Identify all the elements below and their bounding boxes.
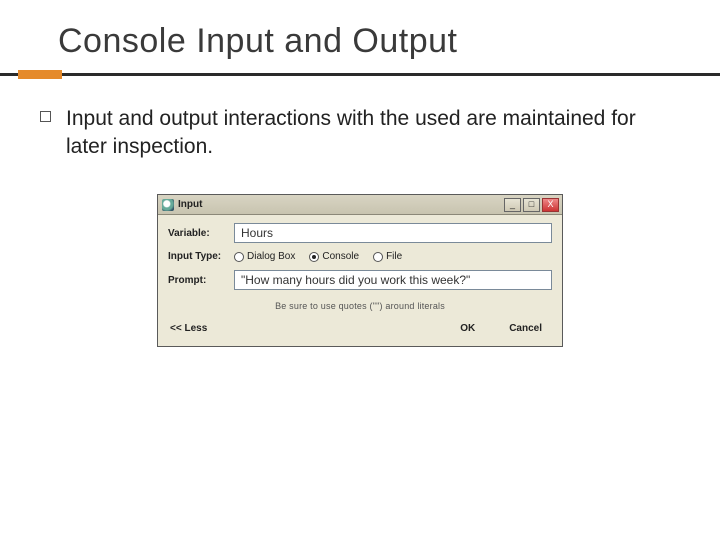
dialog-title: Input: [178, 199, 504, 210]
variable-row: Variable:: [168, 223, 552, 243]
dialog-body: Variable: Input Type: Dialog Box Console…: [158, 215, 562, 346]
window-controls: _ □ X: [504, 198, 559, 212]
prompt-label: Prompt:: [168, 275, 234, 286]
close-button[interactable]: X: [542, 198, 559, 212]
less-button[interactable]: << Less: [170, 323, 207, 334]
radio-file[interactable]: File: [373, 251, 402, 262]
app-icon: [162, 199, 174, 211]
titlebar: Input _ □ X: [158, 195, 562, 215]
title-rule: [0, 73, 720, 83]
prompt-input[interactable]: [234, 270, 552, 290]
radio-label: Dialog Box: [247, 251, 295, 262]
input-type-radios: Dialog Box Console File: [234, 251, 402, 262]
radio-label: File: [386, 251, 402, 262]
button-row: << Less OK Cancel: [168, 317, 552, 338]
radio-icon: [373, 252, 383, 262]
radio-icon: [309, 252, 319, 262]
variable-input[interactable]: [234, 223, 552, 243]
prompt-row: Prompt:: [168, 270, 552, 290]
cancel-button[interactable]: Cancel: [501, 321, 550, 336]
maximize-button[interactable]: □: [523, 198, 540, 212]
hint-text: Be sure to use quotes ("") around litera…: [168, 298, 552, 317]
radio-dialog-box[interactable]: Dialog Box: [234, 251, 295, 262]
bullet-marker-icon: [40, 111, 51, 122]
bullet-item: Input and output interactions with the u…: [0, 105, 720, 160]
variable-label: Variable:: [168, 228, 234, 239]
input-dialog: Input _ □ X Variable: Input Type: Dialog…: [157, 194, 563, 347]
input-type-label: Input Type:: [168, 251, 234, 262]
bullet-text: Input and output interactions with the u…: [66, 107, 636, 158]
radio-label: Console: [322, 251, 359, 262]
input-type-row: Input Type: Dialog Box Console File: [168, 251, 552, 262]
radio-console[interactable]: Console: [309, 251, 359, 262]
radio-icon: [234, 252, 244, 262]
accent-bar: [18, 70, 62, 79]
minimize-button[interactable]: _: [504, 198, 521, 212]
slide-title: Console Input and Output: [0, 0, 720, 73]
ok-button[interactable]: OK: [452, 321, 483, 336]
